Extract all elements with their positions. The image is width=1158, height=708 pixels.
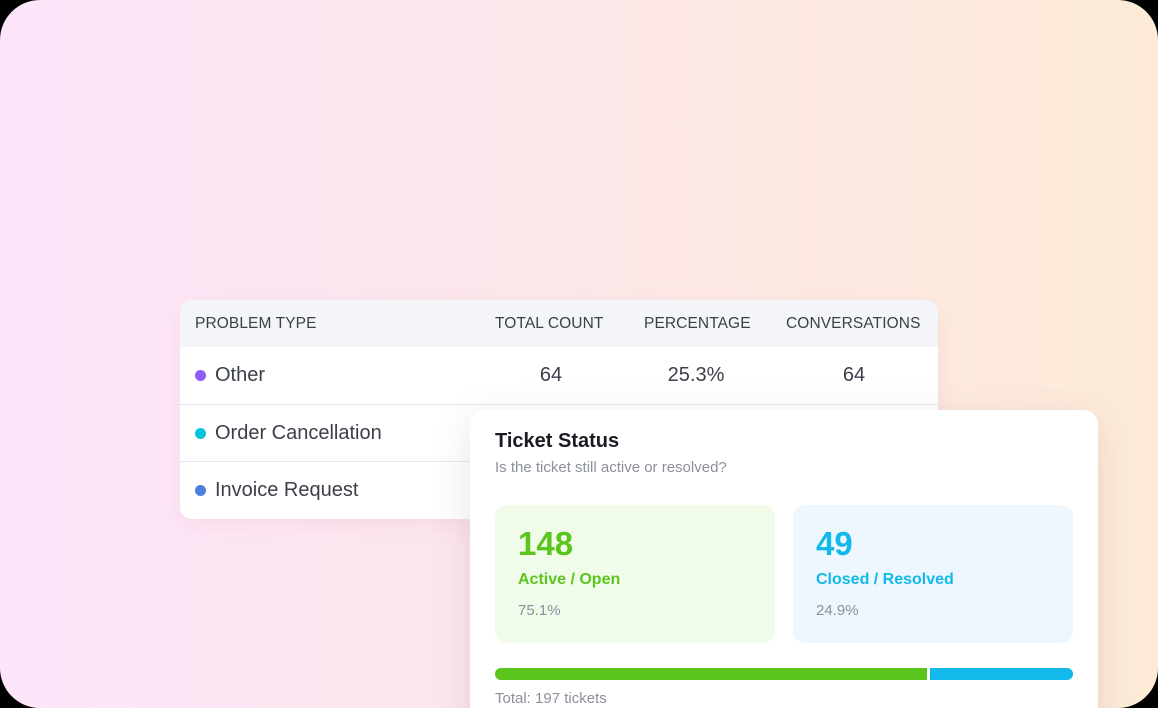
active-percentage: 75.1% <box>518 602 561 619</box>
active-progress-segment <box>495 668 927 680</box>
table-row[interactable]: Other 64 25.3% 64 <box>180 347 938 404</box>
column-header-problem-type[interactable]: PROBLEM TYPE <box>195 300 317 347</box>
closed-progress-segment <box>930 668 1073 680</box>
problem-type-cell: Other <box>215 364 266 386</box>
active-label: Active / Open <box>518 571 621 588</box>
status-progress-bar <box>495 668 1073 680</box>
active-open-stat[interactable]: 148 Active / Open 75.1% <box>495 505 775 643</box>
category-dot <box>195 485 206 496</box>
ticket-status-card: Ticket Status Is the ticket still active… <box>470 410 1098 708</box>
closed-count: 49 <box>816 525 853 562</box>
closed-resolved-stat[interactable]: 49 Closed / Resolved 24.9% <box>793 505 1073 643</box>
card-title: Ticket Status <box>495 430 620 452</box>
category-dot <box>195 370 206 381</box>
closed-label: Closed / Resolved <box>816 571 954 588</box>
problem-type-cell: Invoice Request <box>215 479 359 501</box>
background-canvas: PROBLEM TYPE TOTAL COUNT PERCENTAGE CONV… <box>0 0 1158 708</box>
closed-percentage: 24.9% <box>816 602 859 619</box>
total-tickets: Total: 197 tickets <box>495 690 607 707</box>
column-header-conversations[interactable]: CONVERSATIONS <box>786 300 921 347</box>
conversations-cell: 64 <box>842 364 866 386</box>
active-count: 148 <box>518 525 574 562</box>
total-count-cell: 64 <box>539 364 563 386</box>
column-header-total-count[interactable]: TOTAL COUNT <box>495 300 603 347</box>
percentage-cell: 25.3% <box>667 364 725 386</box>
card-subtitle: Is the ticket still active or resolved? <box>495 459 727 476</box>
column-header-percentage[interactable]: PERCENTAGE <box>644 300 751 347</box>
category-dot <box>195 428 206 439</box>
problem-type-cell: Order Cancellation <box>215 422 382 444</box>
table-header: PROBLEM TYPE TOTAL COUNT PERCENTAGE CONV… <box>180 300 938 347</box>
